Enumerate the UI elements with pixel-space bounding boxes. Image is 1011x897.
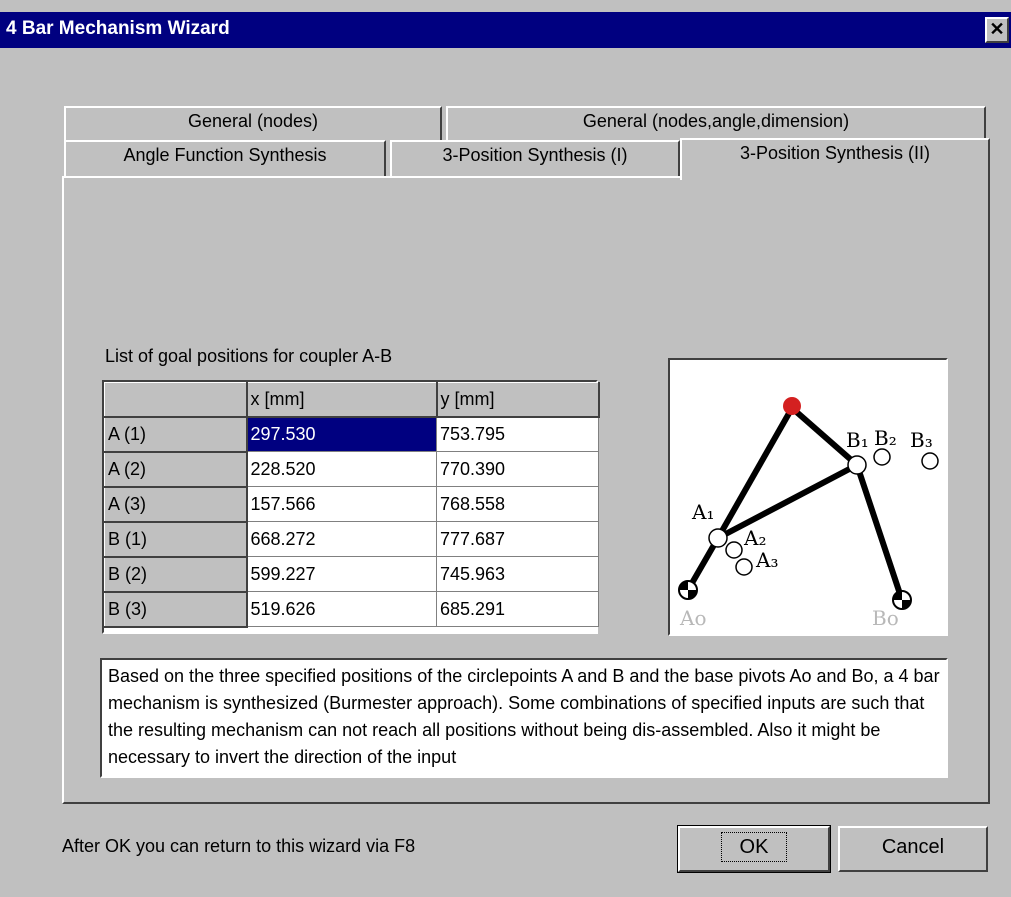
cell-y[interactable]: 745.963 xyxy=(436,556,599,592)
close-icon: ✕ xyxy=(989,19,1005,39)
point-b3 xyxy=(921,452,939,470)
cell-y[interactable]: 770.390 xyxy=(436,451,599,487)
tab-label: 3-Position Synthesis (II) xyxy=(739,143,931,163)
goal-positions-grid: x [mm] y [mm] A (1) 297.530 753.795 A (2… xyxy=(102,380,600,634)
point-a2 xyxy=(725,541,743,559)
label-bo: Bo xyxy=(872,606,899,630)
tab-angle-function-synthesis[interactable]: Angle Function Synthesis xyxy=(64,140,386,178)
wizard-window: 4 Bar Mechanism Wizard ✕ General (nodes)… xyxy=(0,0,1011,897)
label-b3: B₃ xyxy=(910,428,933,452)
table-row: B (2) 599.227 745.963 xyxy=(104,556,599,593)
goal-positions-caption: List of goal positions for coupler A-B xyxy=(105,346,393,366)
point-b1 xyxy=(847,455,867,475)
cell-x[interactable]: 228.520 xyxy=(246,451,437,487)
cancel-button[interactable]: Cancel xyxy=(838,826,988,872)
point-b2 xyxy=(873,448,891,466)
column-header-x[interactable]: x [mm] xyxy=(246,382,438,418)
cell-y[interactable]: 777.687 xyxy=(436,521,599,557)
ok-button[interactable]: OK xyxy=(677,825,831,873)
tab-label: Angle Function Synthesis xyxy=(123,145,327,165)
label-a1: A₁ xyxy=(692,500,715,524)
cell-x[interactable]: 599.227 xyxy=(246,556,437,592)
ok-label: OK xyxy=(720,832,788,862)
description-text: Based on the three specified positions o… xyxy=(100,658,948,778)
mechanism-diagram: A₁ A₂ A₃ B₁ B₂ B₃ Ao Bo xyxy=(668,358,948,636)
row-header[interactable]: A (3) xyxy=(104,486,248,523)
tab-3-position-synthesis-2[interactable]: 3-Position Synthesis (II) xyxy=(680,138,990,180)
cell-x[interactable]: 297.530 xyxy=(246,416,437,452)
tab-general-nodes-angle-dimension[interactable]: General (nodes,angle,dimension) xyxy=(446,106,986,140)
mechanism-drawing xyxy=(678,397,939,610)
tab-label: General (nodes) xyxy=(187,111,319,131)
output-rocker-link xyxy=(854,464,905,601)
label-ao: Ao xyxy=(680,606,707,630)
table-row: B (3) 519.626 685.291 xyxy=(104,591,599,628)
tab-label: 3-Position Synthesis (I) xyxy=(442,145,628,165)
footer-note: After OK you can return to this wizard v… xyxy=(62,836,416,856)
base-pivot-ao-icon xyxy=(678,580,698,600)
cell-x[interactable]: 668.272 xyxy=(246,521,437,557)
point-a1 xyxy=(708,528,728,548)
tab-3-position-synthesis-1[interactable]: 3-Position Synthesis (I) xyxy=(390,140,680,178)
point-a3 xyxy=(735,558,753,576)
column-header-y[interactable]: y [mm] xyxy=(436,382,600,418)
grid-header-row: x [mm] y [mm] xyxy=(104,382,600,418)
label-b2: B₂ xyxy=(874,426,897,450)
label-b1: B₁ xyxy=(846,428,869,452)
coupler-point xyxy=(783,397,801,415)
cell-x[interactable]: 157.566 xyxy=(246,486,437,522)
cell-y[interactable]: 685.291 xyxy=(436,591,599,627)
cell-x[interactable]: 519.626 xyxy=(246,591,437,627)
table-row: B (1) 668.272 777.687 xyxy=(104,521,599,558)
row-header[interactable]: A (1) xyxy=(104,416,248,453)
grid-corner-header xyxy=(104,382,248,418)
window-title: 4 Bar Mechanism Wizard xyxy=(6,18,230,39)
row-header[interactable]: B (3) xyxy=(104,591,248,628)
row-header[interactable]: B (1) xyxy=(104,521,248,558)
cell-y[interactable]: 753.795 xyxy=(436,416,599,452)
label-a3: A₃ xyxy=(756,548,779,572)
label-a2: A₂ xyxy=(744,526,767,550)
tab-general-nodes[interactable]: General (nodes) xyxy=(64,106,442,140)
tab-label: General (nodes,angle,dimension) xyxy=(582,111,850,131)
table-row: A (2) 228.520 770.390 xyxy=(104,451,599,488)
table-row: A (1) 297.530 753.795 xyxy=(104,416,599,453)
cell-y[interactable]: 768.558 xyxy=(436,486,599,522)
row-header[interactable]: B (2) xyxy=(104,556,248,593)
row-header[interactable]: A (2) xyxy=(104,451,248,488)
cancel-label: Cancel xyxy=(881,836,945,858)
title-bar: 4 Bar Mechanism Wizard ✕ xyxy=(0,12,1011,48)
close-button[interactable]: ✕ xyxy=(985,17,1009,43)
table-row: A (3) 157.566 768.558 xyxy=(104,486,599,523)
